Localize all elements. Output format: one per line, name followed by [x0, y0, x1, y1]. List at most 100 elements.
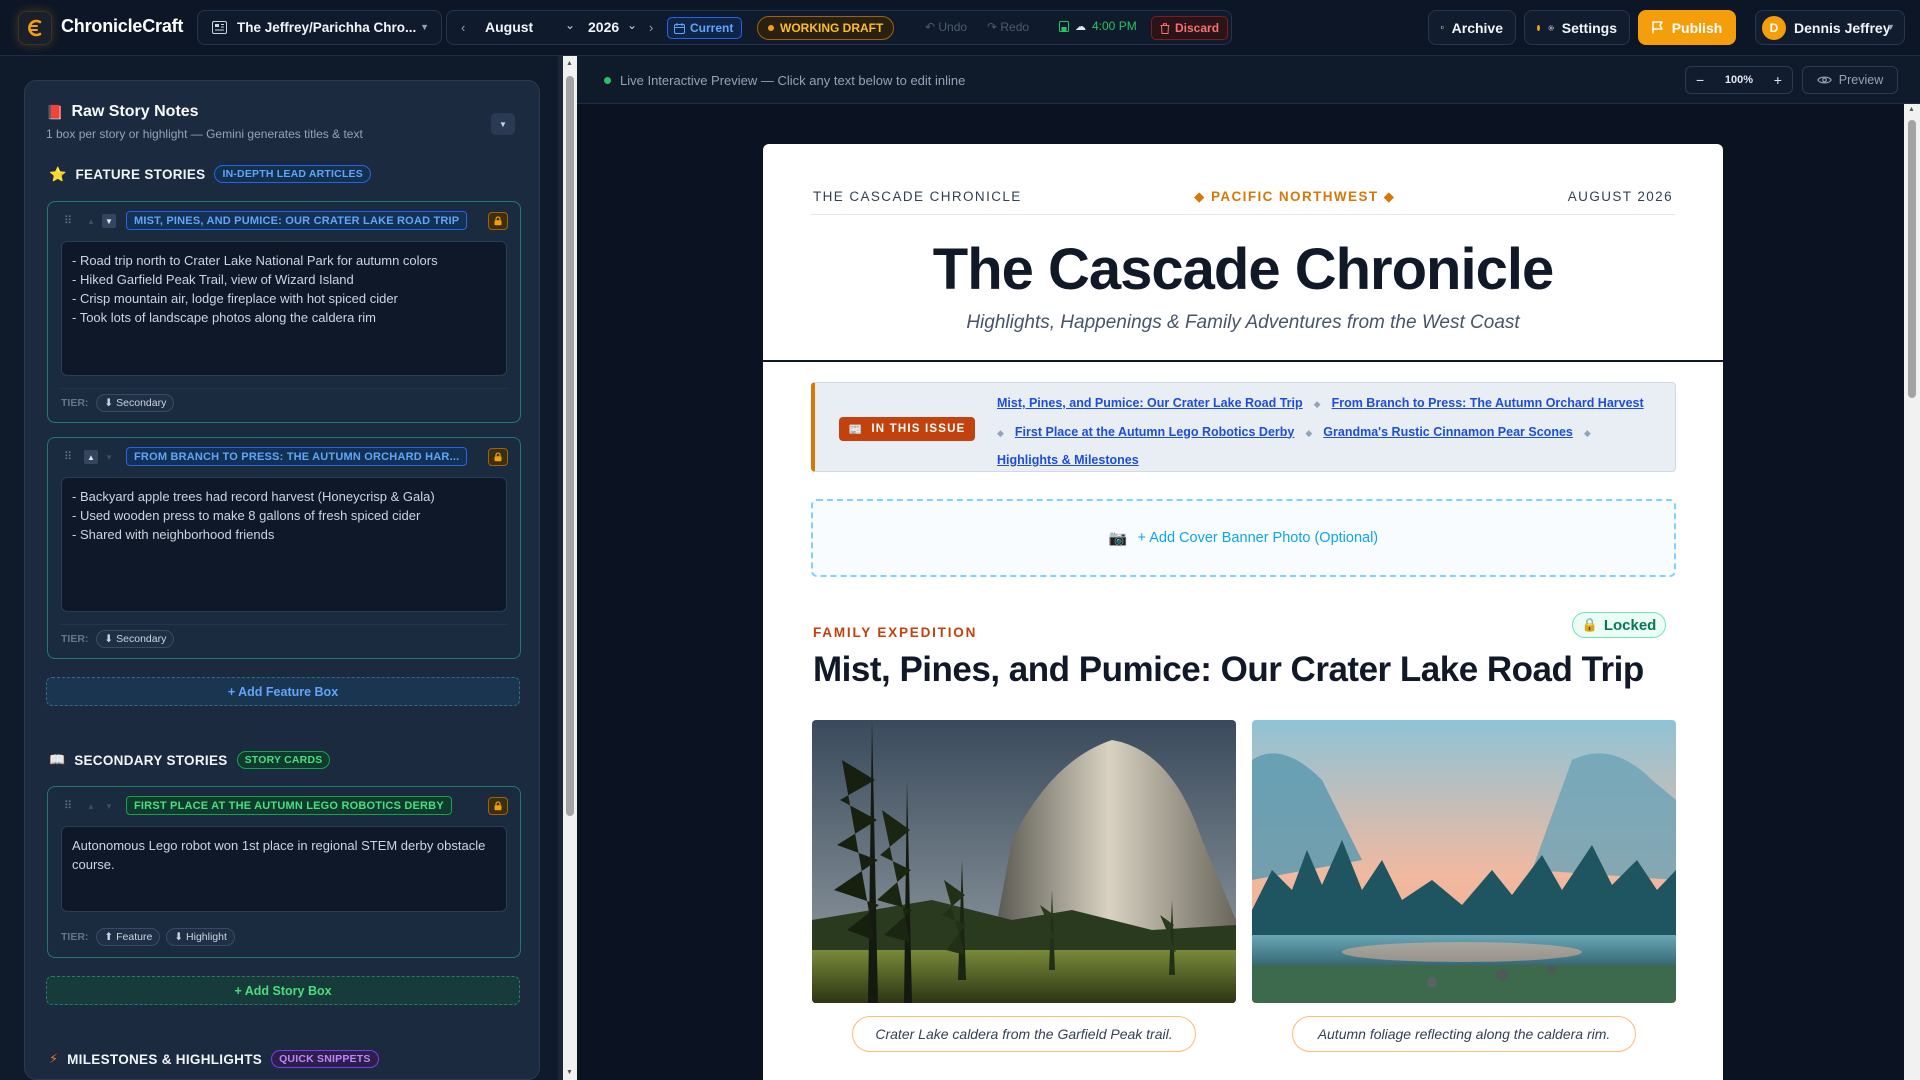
tier-row: TIER: ⬆ Feature ⬇ Highlight	[61, 928, 235, 946]
story-notes-textarea[interactable]: - Road trip north to Crater Lake Nationa…	[61, 241, 507, 376]
move-up-icon[interactable]: ▲	[84, 214, 98, 228]
photo-caption[interactable]: Crater Lake caldera from the Garfield Pe…	[852, 1016, 1196, 1052]
month-select[interactable]: August	[485, 19, 533, 35]
preview-scrollbar[interactable]: ▲	[1904, 104, 1920, 1080]
section-badge: QUICK SNIPPETS	[271, 1050, 379, 1068]
redo-button[interactable]: ↷ Redo	[987, 20, 1029, 34]
story-notes-textarea[interactable]: Autonomous Lego robot won 1st place in r…	[61, 826, 507, 912]
settings-button[interactable]: Settings	[1524, 10, 1630, 45]
masthead-row: THE CASCADE CHRONICLE ◆ PACIFIC NORTHWES…	[813, 189, 1673, 205]
scroll-up-icon[interactable]: ▲	[1908, 106, 1915, 113]
card-title[interactable]: FROM BRANCH TO PRESS: THE AUTUMN ORCHARD…	[126, 447, 468, 466]
story-kicker[interactable]: FAMILY EXPEDITION	[813, 625, 977, 640]
user-menu[interactable]: D Dennis Jeffrey ▼	[1755, 10, 1905, 45]
scrollbar-thumb[interactable]	[1908, 120, 1916, 398]
divider	[61, 624, 507, 625]
cloud-icon: ☁	[1075, 20, 1086, 33]
drag-handle-icon[interactable]: ⠿	[64, 214, 72, 227]
logo-icon[interactable]	[18, 11, 52, 45]
chevron-down-icon[interactable]: ⌄	[627, 18, 637, 32]
tier-label: TIER:	[61, 931, 89, 943]
tier-secondary-button[interactable]: ⬇ Secondary	[96, 630, 175, 648]
tier-feature-button[interactable]: ⬆ Feature	[96, 928, 161, 946]
toc-link[interactable]: From Branch to Press: The Autumn Orchard…	[1332, 396, 1644, 410]
lock-icon[interactable]	[488, 797, 508, 815]
lightning-icon: ⚡	[49, 1051, 59, 1066]
trash-icon	[1160, 22, 1170, 34]
preview-toolbar: Live Interactive Preview — Click any tex…	[577, 56, 1920, 104]
lock-icon[interactable]	[488, 212, 508, 230]
locked-label: Locked	[1603, 616, 1657, 634]
move-down-icon[interactable]: ▼	[102, 450, 116, 464]
current-issue-button[interactable]: Current	[667, 17, 743, 39]
masthead-region[interactable]: ◆ PACIFIC NORTHWEST ◆	[1194, 189, 1395, 205]
feature-stories-header: ⭐ FEATURE STORIES IN-DEPTH LEAD ARTICLES	[49, 165, 371, 183]
chevron-down-icon: ▼	[1886, 22, 1895, 32]
zoom-out-button[interactable]: −	[1696, 72, 1704, 88]
feature-card: ⠿ ▲ ▼ FROM BRANCH TO PRESS: THE AUTUMN O…	[47, 437, 521, 659]
live-preview-text: Live Interactive Preview — Click any tex…	[620, 73, 966, 88]
chevron-down-icon[interactable]: ⌄	[565, 18, 575, 32]
collapse-button[interactable]: ▼	[491, 113, 515, 135]
story-headline[interactable]: Mist, Pines, and Pumice: Our Crater Lake…	[813, 650, 1644, 690]
photo-caption[interactable]: Autumn foliage reflecting along the cald…	[1292, 1016, 1636, 1052]
drag-handle-icon[interactable]: ⠿	[64, 450, 72, 463]
masthead-left[interactable]: THE CASCADE CHRONICLE	[813, 189, 1022, 205]
book-selector[interactable]: The Jeffrey/Parichha Chro... ▼	[197, 10, 442, 45]
toc-link[interactable]: Grandma's Rustic Cinnamon Pear Scones	[1323, 425, 1573, 439]
tier-secondary-button[interactable]: ⬇ Secondary	[96, 394, 175, 412]
newsletter-title[interactable]: The Cascade Chronicle	[763, 236, 1723, 303]
lock-icon: 🔒	[1581, 617, 1598, 632]
section-label: FEATURE STORIES	[75, 166, 206, 182]
add-feature-box-button[interactable]: + Add Feature Box	[46, 677, 520, 706]
save-icon	[1059, 20, 1069, 32]
tier-row: TIER: ⬇ Secondary	[61, 630, 175, 648]
move-up-icon[interactable]: ▲	[84, 799, 98, 813]
zoom-in-button[interactable]: +	[1774, 72, 1782, 88]
editor-panel: 📕 Raw Story Notes 1 box per story or hig…	[0, 56, 558, 1080]
bullet-icon: ◆	[1313, 399, 1321, 409]
lock-icon[interactable]	[488, 448, 508, 466]
scrollbar-thumb[interactable]	[566, 76, 574, 816]
locked-badge[interactable]: 🔒 Locked	[1572, 612, 1666, 638]
undo-button[interactable]: ↶ Undo	[925, 20, 967, 34]
divider	[811, 214, 1675, 215]
publish-button[interactable]: Publish	[1638, 10, 1736, 45]
newsletter-tagline[interactable]: Highlights, Happenings & Family Adventur…	[763, 312, 1723, 334]
toc-link[interactable]: Mist, Pines, and Pumice: Our Crater Lake…	[997, 396, 1303, 410]
book-icon	[1441, 26, 1444, 29]
camera-icon: 📷	[1108, 530, 1128, 547]
scroll-down-icon[interactable]: ▼	[566, 1069, 573, 1076]
preview-button[interactable]: Preview	[1802, 66, 1898, 94]
card-title[interactable]: FIRST PLACE AT THE AUTUMN LEGO ROBOTICS …	[126, 796, 452, 815]
feature-card: ⠿ ▲ ▼ MIST, PINES, AND PUMICE: OUR CRATE…	[47, 201, 521, 423]
story-photo[interactable]	[1252, 720, 1676, 1003]
preview-label: Preview	[1838, 73, 1884, 87]
masthead-date[interactable]: AUGUST 2026	[1568, 189, 1673, 205]
story-notes-textarea[interactable]: - Backyard apple trees had record harves…	[61, 477, 507, 612]
drag-handle-icon[interactable]: ⠿	[64, 799, 72, 812]
next-month-icon[interactable]: ›	[649, 20, 653, 35]
toc-link[interactable]: First Place at the Autumn Lego Robotics …	[1015, 425, 1294, 439]
move-down-icon[interactable]: ▼	[102, 799, 116, 813]
add-cover-photo-button[interactable]: 📷 + Add Cover Banner Photo (Optional)	[811, 499, 1676, 577]
scroll-up-icon[interactable]: ▲	[566, 60, 573, 67]
card-title[interactable]: MIST, PINES, AND PUMICE: OUR CRATER LAKE…	[126, 211, 468, 230]
publish-label: Publish	[1671, 19, 1723, 36]
discard-button[interactable]: Discard	[1151, 16, 1229, 40]
prev-month-icon[interactable]: ‹	[461, 20, 465, 35]
milestones-header: ⚡ MILESTONES & HIGHLIGHTS QUICK SNIPPETS	[49, 1050, 379, 1068]
year-select[interactable]: 2026	[588, 19, 619, 35]
cover-label: + Add Cover Banner Photo (Optional)	[1137, 530, 1379, 546]
redo-label: Redo	[1000, 20, 1030, 34]
raw-notes-panel: 📕 Raw Story Notes 1 box per story or hig…	[24, 80, 540, 1080]
editor-scrollbar[interactable]: ▲ ▼	[563, 56, 577, 1080]
tier-highlight-button[interactable]: ⬇ Highlight	[166, 928, 235, 946]
flag-icon	[1651, 21, 1663, 34]
toc-link[interactable]: Highlights & Milestones	[997, 453, 1139, 467]
add-story-box-button[interactable]: + Add Story Box	[46, 976, 520, 1005]
move-up-icon[interactable]: ▲	[84, 450, 98, 464]
archive-button[interactable]: Archive	[1428, 10, 1516, 45]
story-photo[interactable]	[812, 720, 1236, 1003]
move-down-icon[interactable]: ▼	[102, 214, 116, 228]
